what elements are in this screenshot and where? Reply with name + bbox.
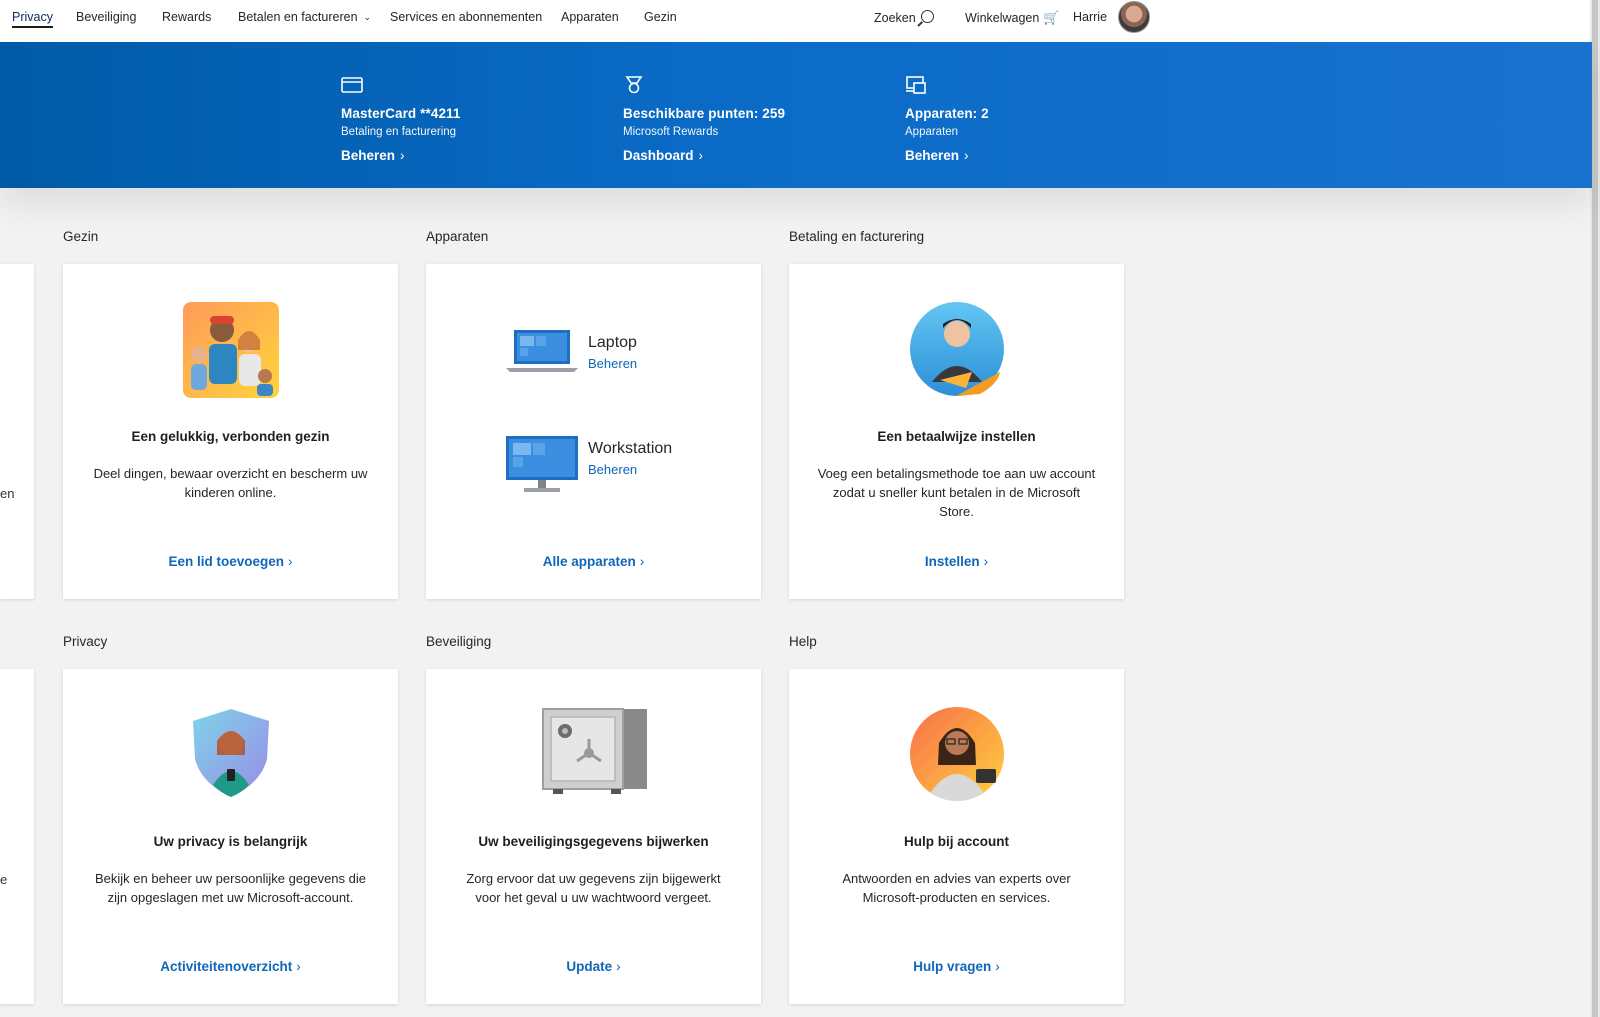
account-summary-banner: MasterCard **4211 Betaling en facturerin… (0, 42, 1592, 188)
payment-title: MasterCard **4211 (341, 106, 461, 121)
rewards-subtitle: Microsoft Rewards (623, 126, 719, 138)
activity-overview-label: Activiteitenoverzicht (160, 959, 293, 974)
rewards-summary: Beschikbare punten: 259 Microsoft Reward… (623, 76, 883, 165)
devices-summary: Apparaten: 2 Apparaten Beheren › (905, 76, 1165, 165)
chevron-right-icon: › (698, 148, 704, 163)
setup-payment-link[interactable]: Instellen › (789, 554, 1124, 569)
nav-services[interactable]: Services en abonnementen (390, 10, 542, 24)
chevron-right-icon: › (400, 148, 405, 163)
credit-card-icon (341, 77, 363, 93)
partial-card-text: e (0, 872, 8, 887)
payment-manage-link[interactable]: Beheren › (341, 148, 405, 163)
add-member-label: Een lid toevoegen (168, 554, 285, 569)
chevron-right-icon: › (296, 959, 301, 974)
add-member-link[interactable]: Een lid toevoegen › (63, 554, 398, 569)
nav-gezin[interactable]: Gezin (644, 10, 677, 24)
devices-manage-link[interactable]: Beheren › (905, 148, 969, 163)
family-illustration (182, 302, 279, 398)
devices-title: Apparaten: 2 (905, 106, 989, 121)
rewards-dashboard-link[interactable]: Dashboard › (623, 148, 703, 163)
laptop-manage-link[interactable]: Beheren (588, 356, 637, 371)
security-card: Uw beveiligingsgegevens bijwerken Zorg e… (426, 669, 761, 1004)
laptop-icon (506, 330, 578, 372)
chevron-right-icon: › (288, 554, 293, 569)
privacy-card: Uw privacy is belangrijk Bekijk en behee… (63, 669, 398, 1004)
devices-card: Laptop Beheren Workstation Beheren Alle … (426, 264, 761, 599)
partial-card-left (0, 669, 34, 1004)
chevron-right-icon: › (639, 554, 645, 569)
privacy-card-description: Bekijk en beheer uw persoonlijke gegeven… (94, 871, 366, 905)
partial-card-text: en (0, 486, 15, 501)
ask-help-label: Hulp vragen (913, 959, 992, 974)
update-link[interactable]: Update › (426, 959, 761, 974)
user-name[interactable]: Harrie (1073, 10, 1107, 24)
search-button[interactable]: Zoeken (874, 10, 934, 25)
section-heading-apparaten: Apparaten (426, 229, 489, 244)
privacy-card-title: Uw privacy is belangrijk (153, 834, 308, 849)
devices-manage-label: Beheren (905, 148, 960, 163)
chevron-right-icon: › (983, 554, 989, 569)
payment-manage-label: Beheren (341, 148, 396, 163)
nav-betalen-dropdown[interactable]: Betalen en factureren ⌄ (238, 10, 371, 24)
workstation-manage-link[interactable]: Beheren (588, 462, 637, 477)
activity-overview-link[interactable]: Activiteitenoverzicht › (63, 959, 398, 974)
devices-icon (906, 76, 926, 94)
payment-person-illustration (909, 302, 1004, 396)
security-card-title: Uw beveiligingsgegevens bijwerken (478, 834, 709, 849)
rewards-title: Beschikbare punten: 259 (623, 106, 786, 121)
devices-subtitle: Apparaten (905, 126, 959, 138)
avatar[interactable] (1118, 1, 1150, 33)
cart-icon: 🛒 (1043, 10, 1060, 25)
top-navigation: Privacy Beveiliging Rewards Betalen en f… (0, 0, 1590, 43)
search-icon (920, 10, 934, 23)
all-devices-link[interactable]: Alle apparaten › (426, 554, 761, 569)
rewards-dashboard-label: Dashboard (623, 148, 694, 163)
device-row-laptop: Laptop Beheren (504, 328, 724, 394)
nav-beveiliging[interactable]: Beveiliging (76, 10, 136, 24)
all-devices-label: Alle apparaten (542, 554, 636, 569)
search-label: Zoeken (874, 11, 916, 25)
help-person-illustration (909, 707, 1004, 801)
safe-icon (541, 708, 647, 794)
chevron-down-icon: ⌄ (363, 12, 372, 22)
chevron-right-icon: › (964, 148, 969, 163)
workstation-name: Workstation (588, 440, 673, 457)
desktop-monitor-icon (506, 436, 578, 492)
section-heading-help: Help (789, 634, 817, 649)
help-card-description: Antwoorden en advies van experts over Mi… (842, 871, 1071, 905)
cart-button[interactable]: Winkelwagen 🛒 (965, 10, 1060, 26)
payment-subtitle: Betaling en facturering (341, 126, 457, 138)
shield-icon (192, 709, 269, 797)
help-card: Hulp bij account Antwoorden en advies va… (789, 669, 1124, 1004)
help-card-title: Hulp bij account (903, 834, 1009, 849)
medal-icon (625, 76, 643, 94)
section-heading-beveiliging: Beveiliging (426, 634, 492, 649)
section-heading-gezin: Gezin (63, 229, 99, 244)
nav-betalen-label: Betalen en factureren (238, 10, 358, 24)
payment-card: Een betaalwijze instellen Voeg een betal… (789, 264, 1124, 599)
section-heading-betaling: Betaling en facturering (789, 229, 925, 244)
payment-card-title: Een betaalwijze instellen (877, 429, 1036, 444)
laptop-name: Laptop (588, 334, 637, 351)
update-label: Update (566, 959, 613, 974)
family-card: Een gelukkig, verbonden gezin Deel dinge… (63, 264, 398, 599)
payment-card-description: Voeg een betalingsmethode toe aan uw acc… (817, 466, 1096, 519)
partial-card-left (0, 264, 34, 599)
security-card-description: Zorg ervoor dat uw gegevens zijn bijgewe… (466, 871, 721, 905)
cart-label: Winkelwagen (965, 11, 1040, 25)
ask-help-link[interactable]: Hulp vragen › (789, 959, 1124, 974)
nav-privacy[interactable]: Privacy (12, 10, 53, 28)
chevron-right-icon: › (616, 959, 621, 974)
device-row-workstation: Workstation Beheren (504, 434, 724, 500)
section-heading-privacy: Privacy (63, 634, 108, 649)
nav-apparaten[interactable]: Apparaten (561, 10, 619, 24)
setup-payment-label: Instellen (924, 554, 980, 569)
scrollbar-thumb[interactable] (1592, 0, 1598, 1017)
family-card-description: Deel dingen, bewaar overzicht en bescher… (93, 466, 368, 500)
payment-summary: MasterCard **4211 Betaling en facturerin… (341, 76, 601, 165)
family-card-title: Een gelukkig, verbonden gezin (131, 429, 330, 444)
nav-rewards[interactable]: Rewards (162, 10, 211, 24)
chevron-right-icon: › (995, 959, 1000, 974)
